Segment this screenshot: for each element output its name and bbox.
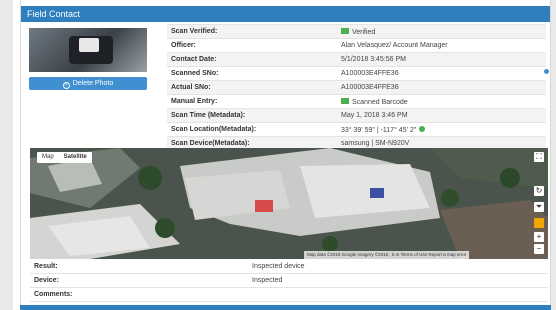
table-row: Contact Date: 5/1/2018 3:45:56 PM bbox=[167, 52, 546, 67]
row-value: Verified bbox=[337, 24, 546, 39]
photo-barcode-tag bbox=[79, 38, 99, 52]
location-text: 33° 39' 59" | -117° 45' 2" bbox=[341, 126, 417, 134]
row-label: Manual Entry: bbox=[167, 94, 337, 109]
row-value: 33° 39' 59" | -117° 45' 2" bbox=[337, 122, 546, 137]
tilt-icon[interactable]: ⏷ bbox=[534, 202, 544, 212]
row-value: A100003E4FFE36 bbox=[337, 66, 546, 81]
table-row: Officer: Alan Velasquez/ Account Manager bbox=[167, 38, 546, 53]
row-value: Scanned Barcode bbox=[337, 94, 546, 109]
map-attribution[interactable]: Map data ©2018 Google Imagery ©2018 , 5 … bbox=[304, 251, 470, 259]
row-label: Scanned SNo: bbox=[167, 66, 337, 81]
map-type-toggle[interactable]: Map Satellite bbox=[37, 152, 92, 163]
row-value: Alan Velasquez/ Account Manager bbox=[337, 38, 546, 53]
row-label: Actual SNo: bbox=[167, 80, 337, 95]
zoom-out-button[interactable]: − bbox=[534, 244, 544, 254]
field-contact-panel: Field Contact × Delete Photo Scan Verifie… bbox=[20, 0, 551, 310]
row-value: 5/1/2018 3:45:56 PM bbox=[337, 52, 546, 67]
details-table: Scan Verified: Verified Officer: Alan Ve… bbox=[167, 24, 546, 151]
satellite-imagery bbox=[30, 148, 548, 259]
result-label: Result: bbox=[34, 263, 58, 270]
table-row: Scan Time (Metadata): May 1, 2018 3:46 P… bbox=[167, 108, 546, 123]
delete-photo-label: Delete Photo bbox=[72, 80, 114, 87]
row-label: Scan Verified: bbox=[167, 24, 337, 39]
result-section: Result: Inspected device Device: Inspect… bbox=[30, 260, 548, 302]
panel-header: Field Contact bbox=[21, 6, 550, 22]
table-row: Scan Verified: Verified bbox=[167, 24, 546, 39]
row-label: Scan Time (Metadata): bbox=[167, 108, 337, 123]
table-row: Actual SNo: A100003E4FFE36 bbox=[167, 80, 546, 95]
list-item: Device: Inspected bbox=[30, 274, 548, 288]
row-value: May 1, 2018 3:46 PM bbox=[337, 108, 546, 123]
street-view-pegman-icon[interactable] bbox=[534, 218, 544, 228]
map-type-map[interactable]: Map bbox=[37, 152, 59, 163]
satellite-map[interactable]: Map Satellite ⛶ ↻ ⏷ + − Map data ©2018 G… bbox=[30, 148, 548, 259]
table-row: Manual Entry: Scanned Barcode bbox=[167, 94, 546, 109]
delete-photo-button[interactable]: × Delete Photo bbox=[29, 77, 147, 90]
device-label: Device: bbox=[34, 277, 59, 284]
comments-label: Comments: bbox=[34, 291, 73, 298]
list-item: Comments: bbox=[30, 288, 548, 302]
map-type-satellite[interactable]: Satellite bbox=[59, 152, 92, 163]
left-margin bbox=[0, 0, 13, 310]
row-label: Officer: bbox=[167, 38, 337, 53]
app-frame: Field Contact × Delete Photo Scan Verifie… bbox=[0, 0, 556, 310]
manual-entry-text: Scanned Barcode bbox=[352, 98, 408, 106]
location-icon[interactable] bbox=[419, 125, 426, 132]
delete-icon: × bbox=[62, 82, 70, 89]
fullscreen-icon[interactable]: ⛶ bbox=[534, 152, 544, 162]
result-value: Inspected device bbox=[252, 263, 305, 270]
zoom-in-button[interactable]: + bbox=[534, 232, 544, 242]
table-row: Scanned SNo: A100003E4FFE36 bbox=[167, 66, 546, 81]
table-row: Scan Location(Metadata): 33° 39' 59" | -… bbox=[167, 122, 546, 137]
next-panel-header bbox=[20, 305, 551, 310]
check-icon bbox=[341, 27, 349, 34]
info-icon[interactable] bbox=[544, 69, 549, 74]
row-value: A100003E4FFE36 bbox=[337, 80, 546, 95]
list-item: Result: Inspected device bbox=[30, 260, 548, 274]
contact-photo[interactable] bbox=[29, 28, 147, 72]
barcode-icon bbox=[341, 97, 349, 104]
row-label: Contact Date: bbox=[167, 52, 337, 67]
device-value: Inspected bbox=[252, 277, 283, 284]
row-label: Scan Location(Metadata): bbox=[167, 122, 337, 137]
verified-text: Verified bbox=[352, 28, 376, 36]
rotate-icon[interactable]: ↻ bbox=[534, 186, 544, 196]
